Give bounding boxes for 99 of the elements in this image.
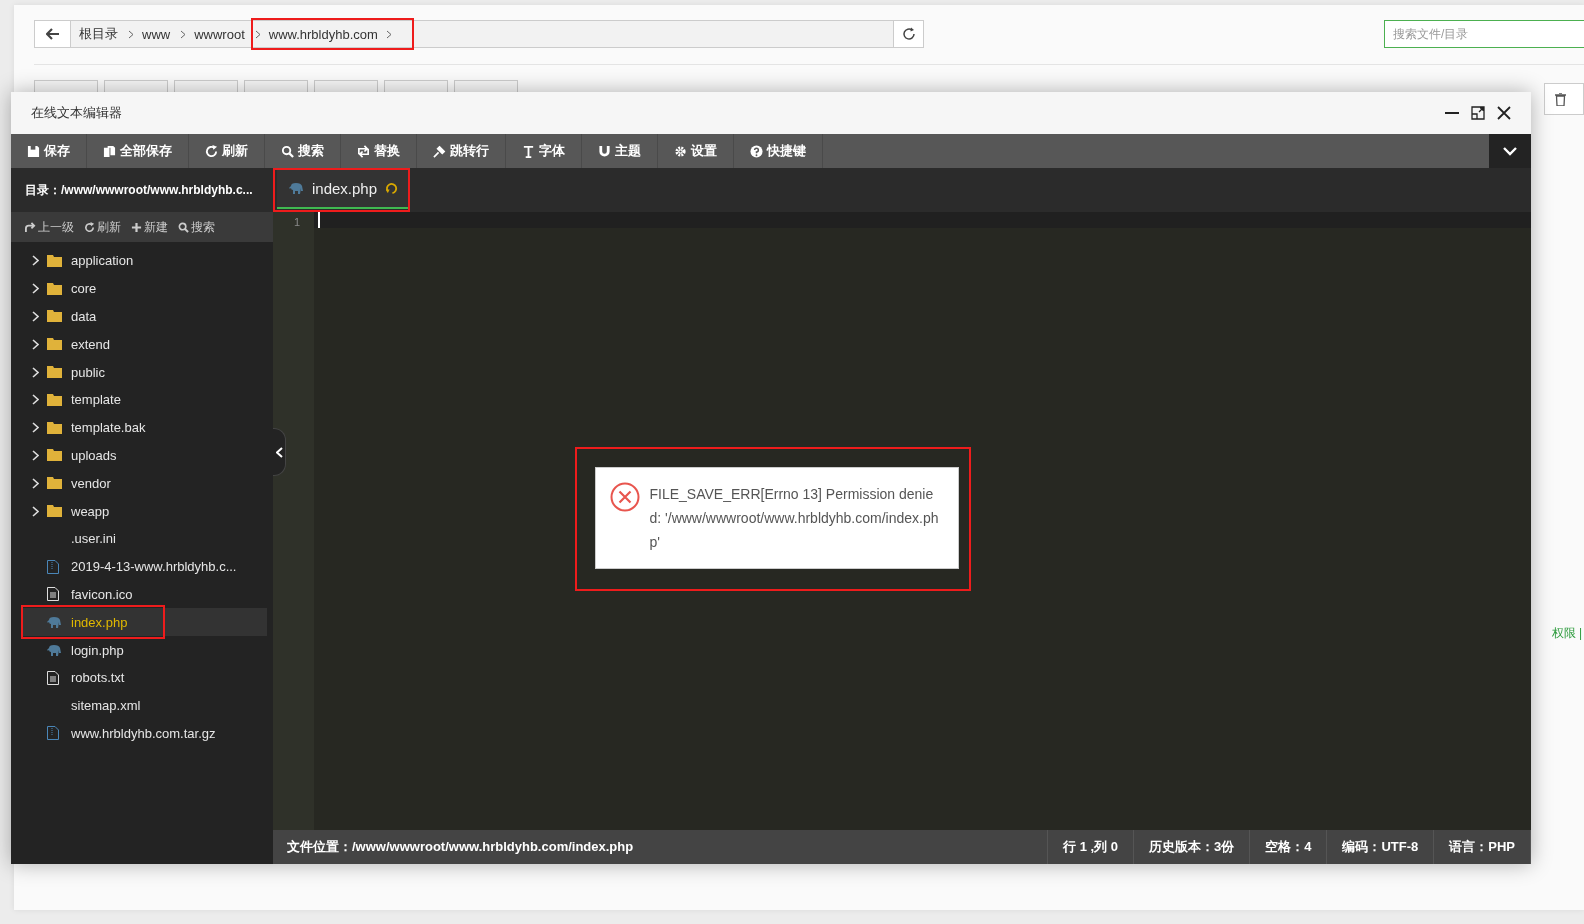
chevron-icon — [31, 477, 39, 489]
close-button[interactable] — [1497, 105, 1513, 121]
search-icon — [178, 221, 189, 233]
minimize-icon — [1445, 112, 1459, 114]
help-icon — [750, 144, 763, 158]
chevron-left-icon — [275, 446, 283, 458]
folder-icon — [47, 338, 62, 351]
chevron-icon — [31, 366, 39, 378]
folder-icon — [47, 449, 62, 462]
elephant-icon — [289, 183, 304, 194]
breadcrumb-link[interactable]: wwwroot — [194, 26, 245, 42]
folder-icon — [47, 393, 62, 406]
search-field[interactable]: 搜索文件/目录 — [1384, 20, 1584, 48]
file-action-button[interactable]: 搜索 — [178, 218, 215, 236]
file-action-button[interactable]: 新建 — [131, 218, 168, 236]
chevron-icon — [31, 449, 39, 461]
chevron-icon — [31, 283, 39, 295]
font-icon — [522, 144, 535, 158]
chevron-icon — [31, 505, 39, 517]
code-editor[interactable]: FILE_SAVE_ERR[Errno 13] Permission denied: '/www/wwwroot/www.hrbldyhb.com/index.php' — [314, 212, 1531, 830]
file-action-button[interactable]: 刷新 — [84, 218, 121, 236]
file-tree-item[interactable]: .user.ini — [21, 524, 267, 553]
delete-button[interactable] — [1544, 83, 1584, 115]
file-tree-item[interactable]: data — [21, 302, 267, 331]
chevron-icon — [254, 29, 261, 39]
file-tree-item[interactable]: template — [21, 386, 267, 414]
file-action-button[interactable]: 上一级 — [25, 218, 74, 236]
close-icon — [1497, 106, 1511, 120]
folder-icon — [47, 421, 62, 434]
file-tree-item[interactable]: sitemap.xml — [21, 691, 267, 720]
file-tree-item[interactable]: core — [21, 274, 267, 303]
refresh-icon — [205, 144, 218, 158]
trash-icon — [1555, 92, 1566, 106]
file-tree-item[interactable]: vendor — [21, 469, 267, 498]
directory-path: 目录：/www/wwwroot/www.hrbldyhb.c... — [11, 168, 273, 212]
breadcrumb-link[interactable]: www — [142, 26, 171, 42]
replace-icon — [357, 144, 370, 158]
folder-icon — [47, 477, 62, 490]
chevron-icon — [128, 29, 134, 39]
error-message: FILE_SAVE_ERR[Errno 13] Permission denied: '/www/wwwroot/www.hrbldyhb.com/index.php' — [649, 485, 940, 552]
file-tree-item[interactable]: uploads — [21, 441, 267, 470]
chevron-icon — [180, 29, 187, 39]
refresh-icon — [385, 182, 399, 195]
file-tree-item[interactable]: template.bak — [21, 413, 267, 442]
file-tree-item[interactable]: public — [21, 358, 267, 386]
chevron-icon — [31, 338, 39, 350]
collapse-button[interactable] — [1489, 134, 1531, 168]
file-tree-item[interactable]: 2019-4-13-www.hrbldyhb.c... — [21, 552, 267, 581]
status-item: 历史版本：3份 — [1132, 830, 1250, 864]
chevron-icon — [31, 255, 39, 267]
zip-file-icon — [47, 726, 59, 741]
chevron-icon — [31, 394, 39, 406]
permission-link[interactable]: 权限 | — [1551, 625, 1584, 642]
chevron-icon — [385, 29, 392, 39]
breadcrumb-link[interactable]: 根目录 — [79, 25, 118, 43]
chevron-icon — [31, 422, 39, 434]
status-item: 语言：PHP — [1433, 830, 1531, 864]
highlight-frame: index.php — [21, 605, 166, 640]
chevron-down-icon — [1503, 146, 1517, 156]
refresh-icon — [84, 221, 95, 233]
refresh-icon — [901, 27, 916, 41]
elephant-icon — [47, 616, 62, 628]
file-tree-item[interactable]: weapp — [21, 497, 267, 525]
collapse-handle[interactable] — [273, 428, 286, 476]
folder-icon — [47, 310, 62, 323]
back-button[interactable] — [35, 21, 71, 47]
file-tree-item[interactable]: robots.txt — [21, 663, 267, 692]
document-icon — [47, 587, 59, 602]
refresh-button[interactable] — [893, 21, 923, 47]
file-path: 文件位置：/www/wwwroot/www.hrbldyhb.com/index.php — [286, 838, 635, 856]
document-icon — [47, 670, 59, 685]
file-tab[interactable]: index.php — [277, 170, 409, 209]
line-number: 1 — [292, 215, 301, 230]
file-tree-item[interactable]: www.hrbldyhb.com.tar.gz — [21, 719, 267, 748]
file-tree-item[interactable]: extend — [21, 330, 267, 359]
maximize-icon — [1471, 106, 1485, 120]
file-tree-item[interactable]: application — [21, 247, 267, 275]
file-tree-item[interactable]: index.php — [21, 608, 267, 637]
status-item: 行 1 ,列 0 — [1047, 830, 1133, 864]
folder-icon — [47, 282, 62, 295]
window-title: 在线文本编辑器 — [31, 104, 122, 122]
folder-icon — [47, 505, 62, 518]
breadcrumb-link[interactable]: www.hrbldyhb.com — [268, 26, 378, 42]
chevron-icon — [31, 311, 39, 322]
error-icon — [609, 482, 640, 512]
maximize-button[interactable] — [1471, 105, 1487, 121]
copy-icon — [103, 144, 116, 158]
elephant-icon — [47, 644, 62, 656]
up-icon — [25, 221, 36, 233]
status-item: 空格：4 — [1249, 830, 1327, 864]
plus-icon — [131, 221, 142, 233]
back-arrow-icon — [45, 28, 60, 40]
save-icon — [27, 144, 40, 158]
zip-file-icon — [47, 559, 59, 574]
search-icon — [281, 144, 294, 158]
text-cursor — [318, 212, 320, 228]
status-item: 编码：UTF-8 — [1326, 830, 1434, 864]
folder-icon — [47, 366, 62, 379]
folder-icon — [47, 254, 62, 267]
